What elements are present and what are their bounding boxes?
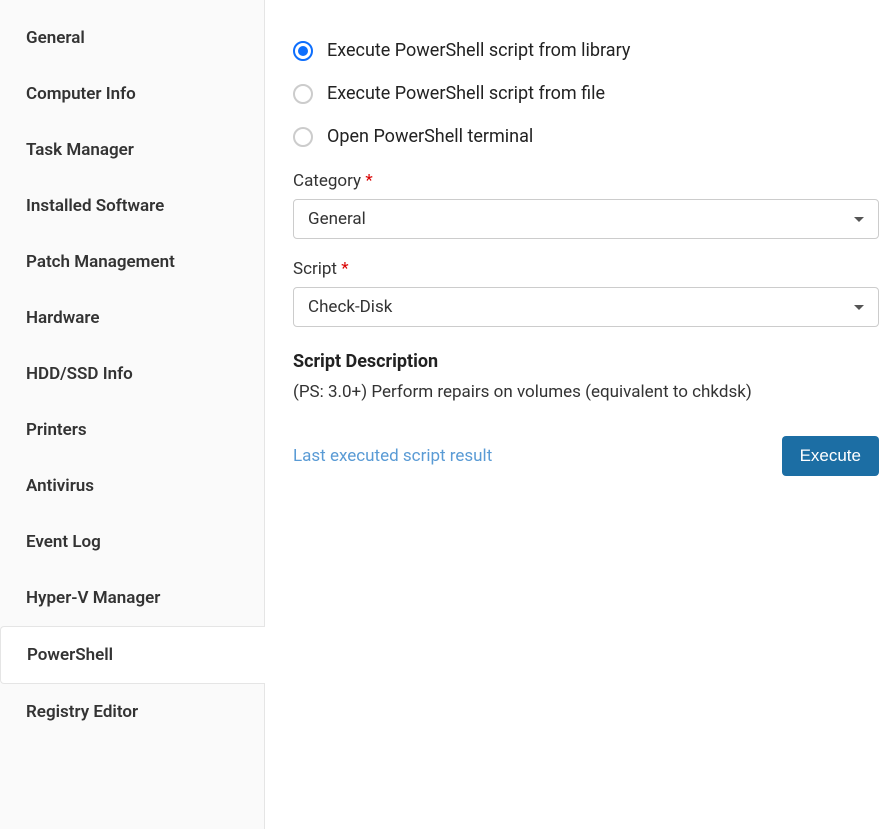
radio-unselected-icon: [293, 127, 313, 147]
chevron-down-icon: [854, 305, 864, 310]
radio-open-terminal[interactable]: Open PowerShell terminal: [293, 126, 879, 147]
sidebar-item-label: PowerShell: [27, 645, 113, 665]
chevron-down-icon: [854, 217, 864, 222]
required-indicator: *: [365, 171, 372, 191]
sidebar-item-hdd-ssd-info[interactable]: HDD/SSD Info: [0, 346, 264, 402]
script-description-text: (PS: 3.0+) Perform repairs on volumes (e…: [293, 382, 879, 402]
sidebar-item-label: General: [26, 28, 85, 48]
sidebar-item-label: HDD/SSD Info: [26, 364, 133, 384]
sidebar-item-antivirus[interactable]: Antivirus: [0, 458, 264, 514]
script-description-title: Script Description: [293, 351, 879, 372]
sidebar-item-printers[interactable]: Printers: [0, 402, 264, 458]
sidebar-item-label: Registry Editor: [26, 702, 138, 722]
sidebar: General Computer Info Task Manager Insta…: [0, 0, 265, 829]
sidebar-item-hyper-v-manager[interactable]: Hyper-V Manager: [0, 570, 264, 626]
sidebar-item-powershell[interactable]: PowerShell: [0, 626, 265, 684]
script-field: Script * Check-Disk: [293, 259, 879, 327]
execute-button[interactable]: Execute: [782, 436, 879, 476]
sidebar-item-computer-info[interactable]: Computer Info: [0, 66, 264, 122]
main-panel: Execute PowerShell script from library E…: [265, 0, 891, 829]
sidebar-item-label: Hardware: [26, 308, 100, 328]
sidebar-item-label: Patch Management: [26, 252, 175, 272]
sidebar-item-label: Printers: [26, 420, 87, 440]
sidebar-item-label: Installed Software: [26, 196, 164, 216]
radio-label: Open PowerShell terminal: [327, 126, 533, 147]
sidebar-item-hardware[interactable]: Hardware: [0, 290, 264, 346]
select-value: General: [308, 209, 366, 229]
execute-mode-radio-group: Execute PowerShell script from library E…: [293, 40, 879, 147]
category-label: Category *: [293, 171, 879, 191]
sidebar-item-event-log[interactable]: Event Log: [0, 514, 264, 570]
select-value: Check-Disk: [308, 297, 392, 317]
sidebar-item-label: Antivirus: [26, 476, 94, 496]
required-indicator: *: [341, 259, 348, 279]
sidebar-item-patch-management[interactable]: Patch Management: [0, 234, 264, 290]
sidebar-item-label: Task Manager: [26, 140, 134, 160]
sidebar-item-task-manager[interactable]: Task Manager: [0, 122, 264, 178]
radio-execute-from-file[interactable]: Execute PowerShell script from file: [293, 83, 879, 104]
script-select[interactable]: Check-Disk: [293, 287, 879, 327]
sidebar-item-label: Hyper-V Manager: [26, 588, 160, 608]
radio-label: Execute PowerShell script from library: [327, 40, 630, 61]
radio-execute-from-library[interactable]: Execute PowerShell script from library: [293, 40, 879, 61]
radio-unselected-icon: [293, 84, 313, 104]
footer-row: Last executed script result Execute: [293, 436, 879, 476]
label-text: Category: [293, 171, 361, 191]
script-label: Script *: [293, 259, 879, 279]
radio-selected-icon: [293, 41, 313, 61]
label-text: Script: [293, 259, 337, 279]
sidebar-item-general[interactable]: General: [0, 10, 264, 66]
category-select[interactable]: General: [293, 199, 879, 239]
sidebar-item-label: Event Log: [26, 532, 101, 552]
sidebar-item-registry-editor[interactable]: Registry Editor: [0, 684, 264, 740]
last-executed-result-link[interactable]: Last executed script result: [293, 446, 492, 466]
category-field: Category * General: [293, 171, 879, 239]
sidebar-item-installed-software[interactable]: Installed Software: [0, 178, 264, 234]
radio-label: Execute PowerShell script from file: [327, 83, 605, 104]
sidebar-item-label: Computer Info: [26, 84, 136, 104]
